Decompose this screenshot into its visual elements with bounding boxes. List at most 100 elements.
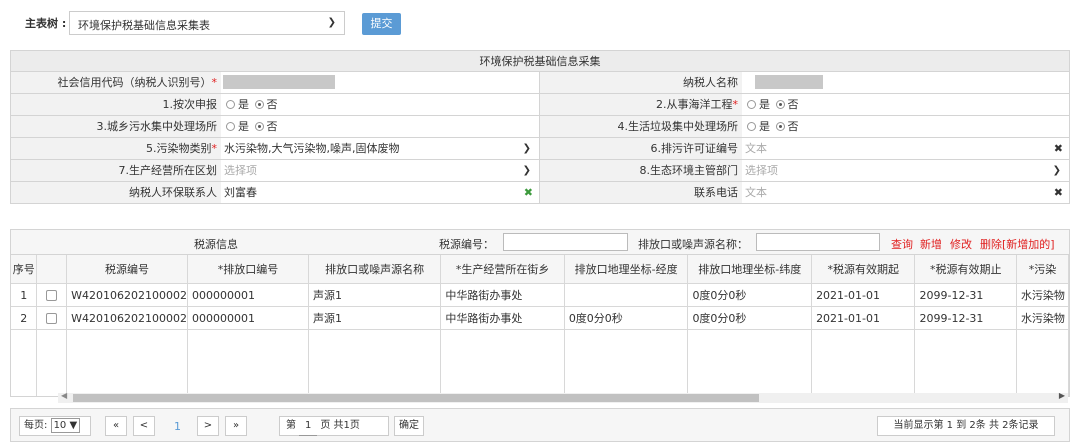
radio-yes[interactable] xyxy=(226,100,235,109)
add-link[interactable]: 新增 xyxy=(920,236,942,252)
submit-button[interactable]: 提交 xyxy=(362,13,401,35)
radio-yes-label: 是 xyxy=(238,120,249,133)
permit-placeholder: 文本 xyxy=(745,142,767,155)
required-mark: * xyxy=(211,142,218,155)
next-page-button[interactable]: > xyxy=(197,416,219,436)
credit-code-label: 社会信用代码（纳税人识别号） xyxy=(57,76,212,89)
cell-valid-from: 2021-01-01 xyxy=(811,306,916,330)
phone-input[interactable]: 文本 ✖ xyxy=(742,182,1069,203)
form-title: 环境保护税基础信息采集 xyxy=(10,50,1070,72)
main-table-select[interactable]: 环境保护税基础信息采集表 ❯ xyxy=(69,11,345,35)
form-row: 社会信用代码（纳税人识别号）* 纳税人名称 xyxy=(10,72,1070,94)
grid-title: 税源信息 xyxy=(194,238,238,251)
radio-yes[interactable] xyxy=(747,122,756,131)
contact-value: 刘富春 xyxy=(224,186,257,199)
table-row[interactable]: 2 W420106202100002 000000001 声源1 中华路街办事处… xyxy=(11,306,1069,330)
row-index: 2 xyxy=(11,306,38,330)
row-checkbox[interactable] xyxy=(46,313,58,324)
col-latitude[interactable]: 排放口地理坐标-纬度 xyxy=(687,255,813,284)
clear-icon[interactable]: ✖ xyxy=(524,182,533,203)
outlet-name-input[interactable] xyxy=(756,233,880,251)
main-table-label: 主表树 : xyxy=(25,17,67,30)
cell-pollutant: 水污染物 xyxy=(1016,283,1069,307)
permit-input[interactable]: 文本 ✖ xyxy=(742,138,1069,159)
row-checkbox[interactable] xyxy=(46,290,58,301)
district-select[interactable]: 选择项 ❯ xyxy=(221,160,539,181)
cell-valid-from: 2021-01-01 xyxy=(811,283,916,307)
eco-label: 8.生态环境主管部门 xyxy=(540,160,742,181)
eco-placeholder: 选择项 xyxy=(745,164,778,177)
radio-no-label: 否 xyxy=(787,98,799,111)
contact-input[interactable]: 刘富春 ✖ xyxy=(221,182,539,203)
col-longitude[interactable]: 排放口地理坐标-经度 xyxy=(564,255,689,284)
phone-label: 联系电话 xyxy=(540,182,742,203)
radio-no[interactable] xyxy=(775,122,785,131)
radio-no-label: 否 xyxy=(266,98,278,111)
radio-yes-label: 是 xyxy=(759,120,770,133)
cell-longitude xyxy=(564,283,689,307)
form-row: 7.生产经营所在区划 选择项 ❯ 8.生态环境主管部门 选择项 ❯ xyxy=(10,160,1070,182)
eco-select[interactable]: 选择项 ❯ xyxy=(742,160,1069,181)
last-page-button[interactable]: » xyxy=(225,416,247,436)
district-label: 7.生产经营所在区划 xyxy=(11,160,221,181)
basic-info-form: 环境保护税基础信息采集 社会信用代码（纳税人识别号）* 纳税人名称 1.按次申报… xyxy=(10,50,1070,204)
cell-latitude: 0度0分0秒 xyxy=(687,283,813,307)
clear-icon[interactable]: ✖ xyxy=(1054,182,1063,203)
table-row[interactable]: 1 W420106202100002 000000001 声源1 中华路街办事处… xyxy=(11,283,1069,307)
chevron-down-icon: ❯ xyxy=(522,165,531,176)
radio-no[interactable] xyxy=(775,100,785,109)
col-valid-from[interactable]: *税源有效期起 xyxy=(811,255,916,284)
chevron-down-icon: ❯ xyxy=(1052,165,1061,176)
current-page[interactable]: 1 xyxy=(174,420,181,433)
pollutant-label: 5.污染物类别 xyxy=(146,142,212,155)
cell-source-no: W420106202100002 xyxy=(66,283,188,307)
scroll-left-icon[interactable]: ◀ xyxy=(61,391,67,400)
radio-no[interactable] xyxy=(254,100,264,109)
col-valid-to[interactable]: *税源有效期止 xyxy=(914,255,1017,284)
radio-yes[interactable] xyxy=(226,122,235,131)
col-pollutant[interactable]: *污染 xyxy=(1016,255,1069,284)
col-outlet-name[interactable]: 排放口或噪声源名称 xyxy=(308,255,442,284)
scrollbar-thumb[interactable] xyxy=(73,394,759,402)
cell-outlet-no: 000000001 xyxy=(187,306,309,330)
prev-page-button[interactable]: < xyxy=(133,416,155,436)
taxpayer-name-field[interactable] xyxy=(742,72,1069,93)
cell-source-no: W420106202100002 xyxy=(66,306,188,330)
radio-yes-label: 是 xyxy=(238,98,249,111)
sewage-radio-group: 是 否 xyxy=(221,116,539,137)
garbage-radio-group: 是 否 xyxy=(742,116,1069,137)
radio-no[interactable] xyxy=(254,122,264,131)
page-input[interactable]: 1 xyxy=(299,417,318,436)
col-street[interactable]: *生产经营所在街乡 xyxy=(440,255,565,284)
row-index: 1 xyxy=(11,283,38,307)
confirm-page-button[interactable]: 确定 xyxy=(394,416,424,436)
source-no-input[interactable] xyxy=(503,233,628,251)
radio-yes[interactable] xyxy=(747,100,756,109)
outlet-name-label: 排放口或噪声源名称： xyxy=(638,238,748,251)
clear-icon[interactable]: ✖ xyxy=(1054,138,1063,159)
per-page-value: 10 xyxy=(53,420,67,431)
scroll-right-icon[interactable]: ▶ xyxy=(1059,391,1065,400)
radio-yes-label: 是 xyxy=(759,98,770,111)
edit-link[interactable]: 修改 xyxy=(950,236,972,252)
required-mark: * xyxy=(732,98,739,111)
required-mark: * xyxy=(211,76,218,89)
pollutant-select[interactable]: 水污染物,大气污染物,噪声,固体废物 ❯ xyxy=(221,138,539,159)
radio-no-label: 否 xyxy=(266,120,278,133)
table-header: 序号 税源编号 *排放口编号 排放口或噪声源名称 *生产经营所在街乡 排放口地理… xyxy=(11,255,1069,284)
query-link[interactable]: 查询 xyxy=(891,236,913,252)
per-page-select[interactable]: 每页: 10 ▼ xyxy=(19,416,91,436)
horizontal-scrollbar[interactable]: ◀ ▶ xyxy=(58,391,1068,403)
chevron-down-icon: ❯ xyxy=(522,143,531,154)
sewage-label: 3.城乡污水集中处理场所 xyxy=(11,116,221,137)
col-source-no[interactable]: 税源编号 xyxy=(66,255,188,284)
form-row: 纳税人环保联系人 刘富春 ✖ 联系电话 文本 ✖ xyxy=(10,182,1070,204)
credit-code-field[interactable] xyxy=(221,72,539,93)
delete-link[interactable]: 删除[新增加的] xyxy=(980,236,1055,252)
credit-code-cell: 社会信用代码（纳税人识别号）* xyxy=(11,72,540,93)
declare-radio-group: 是 否 xyxy=(221,94,539,115)
main-table-value: 环境保护税基础信息采集表 xyxy=(78,19,210,32)
declare-label: 1.按次申报 xyxy=(11,94,221,115)
col-outlet-no[interactable]: *排放口编号 xyxy=(187,255,309,284)
first-page-button[interactable]: « xyxy=(105,416,127,436)
